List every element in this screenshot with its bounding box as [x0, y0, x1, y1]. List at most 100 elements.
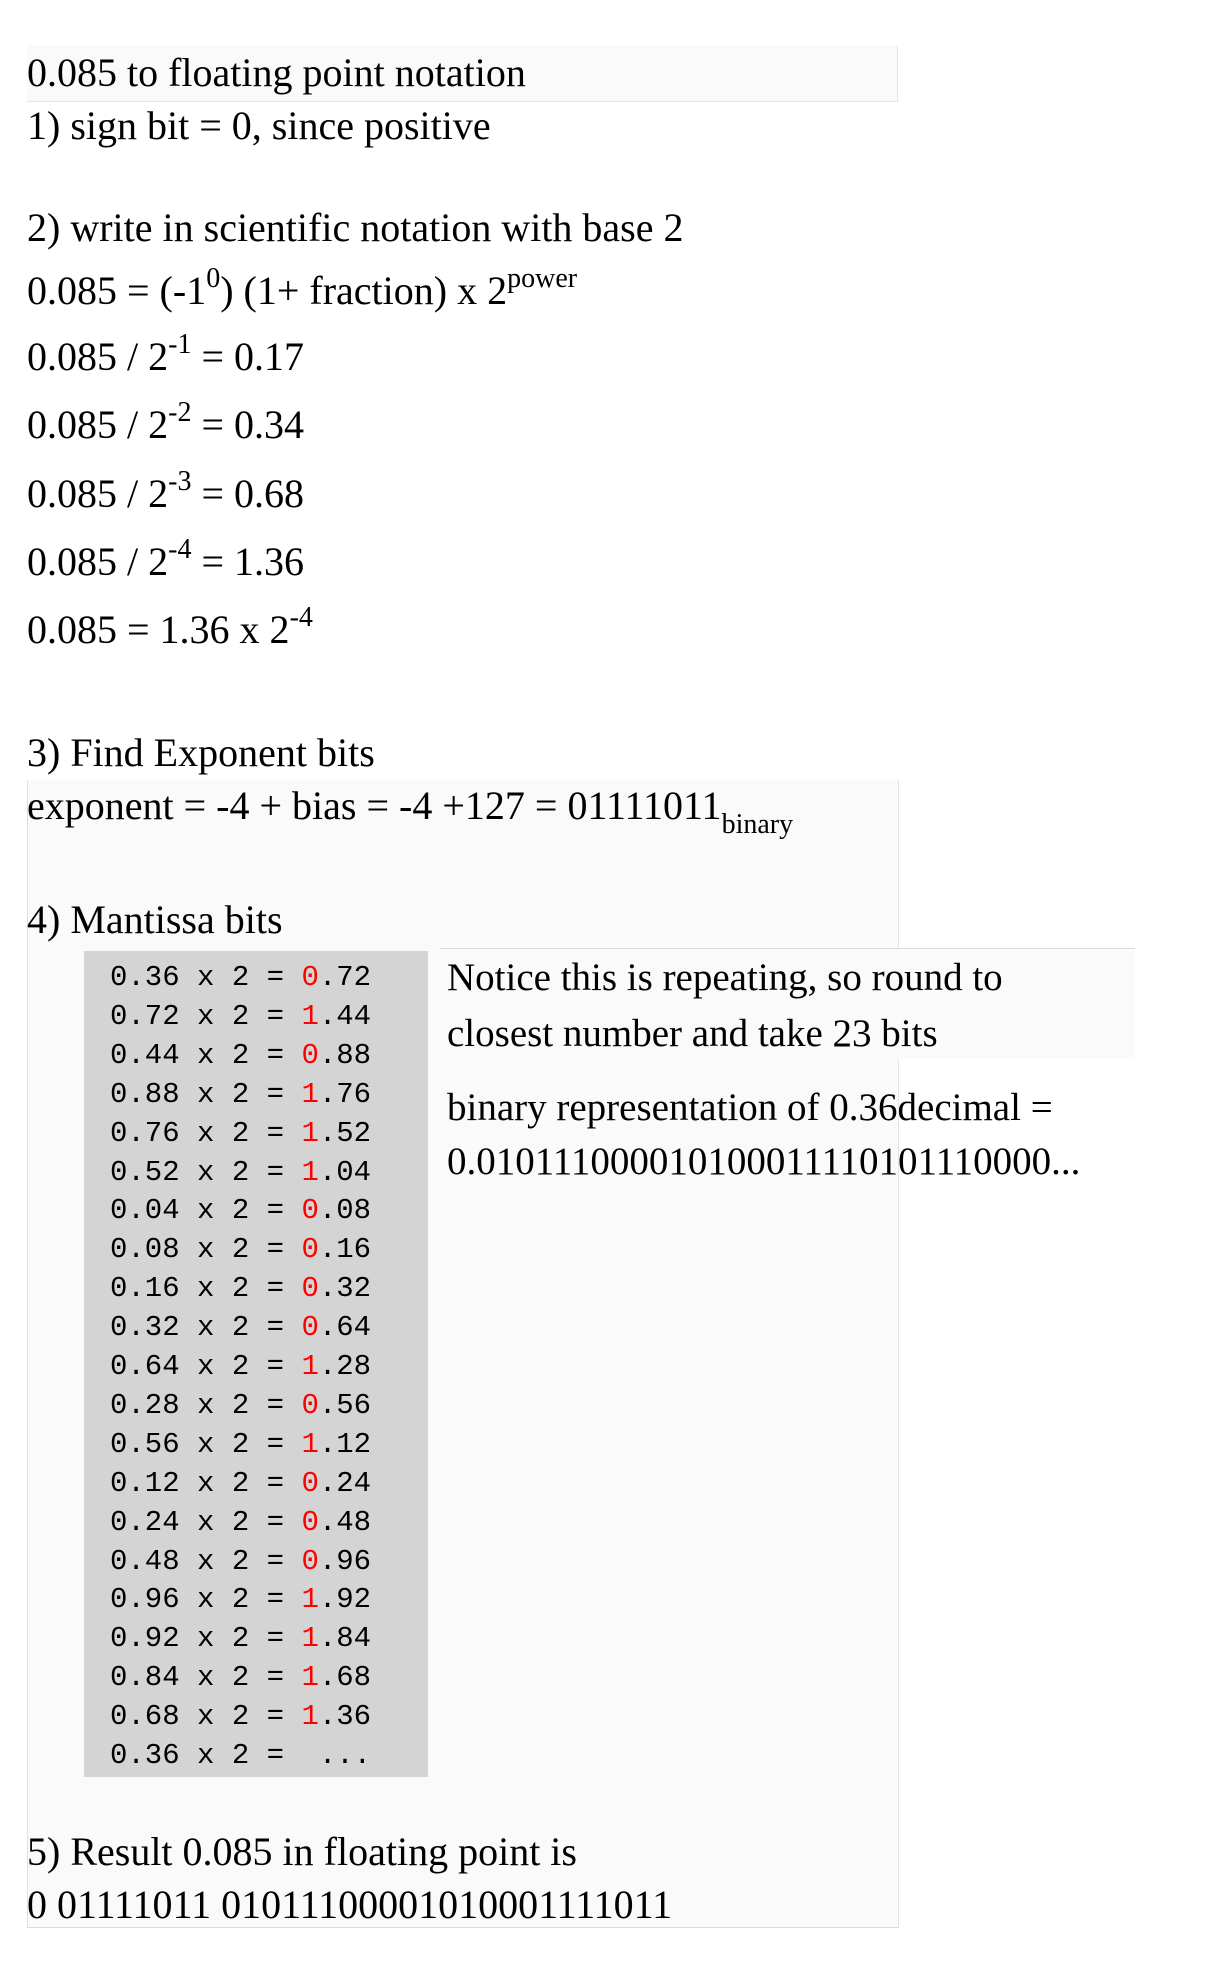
calc-bit: 0 [301, 1311, 319, 1345]
mantissa-calculation-table: 0.36 x 2 = 0.72 0.72 x 2 = 1.44 0.44 x 2 =… [84, 951, 428, 1777]
calc-fraction: ... [301, 1739, 372, 1772]
calc-bit: 1 [301, 1700, 319, 1734]
calc-fraction: .12 [318, 1427, 372, 1461]
calc-row: 0.56 x 2 = 1.12 [110, 1430, 371, 1459]
step5-heading: 5) Result 0.085 in floating point is [27, 1829, 577, 1874]
step4-heading: 4) Mantissa bits [27, 897, 283, 942]
calc-row: 0.68 x 2 = 1.36 [110, 1702, 371, 1731]
binary-representation-value: 0.010111000010100011110101110000... [447, 1140, 1081, 1183]
calc-expression: 0.68 x 2 = [110, 1700, 302, 1734]
calc-bit: 1 [301, 1622, 319, 1656]
calc-expression: 0.24 x 2 = [110, 1505, 302, 1539]
division-base: 0.085 / 2 [27, 471, 169, 516]
calc-row: 0.52 x 2 = 1.04 [110, 1158, 371, 1187]
calc-row: 0.24 x 2 = 0.48 [110, 1508, 371, 1537]
step2-formula: 0.085 = (-10) (1+ fraction) x 2power [27, 265, 577, 313]
calc-bit: 0 [301, 1388, 319, 1422]
formula-mid: ) (1+ fraction) x 2 [220, 268, 508, 313]
calc-row: 0.36 x 2 = ... [110, 1741, 371, 1770]
division-base: 0.085 / 2 [27, 334, 169, 379]
calc-expression: 0.76 x 2 = [110, 1116, 302, 1150]
division-row: 0.085 / 2-4 = 1.36 [27, 536, 305, 584]
step2-heading: 2) write in scientific notation with bas… [27, 205, 684, 250]
calc-bit: 0 [301, 1544, 319, 1578]
calc-fraction: .36 [318, 1700, 372, 1734]
calc-bit: 0 [301, 1038, 319, 1072]
division-exponent: -4 [168, 534, 192, 565]
division-row: 0.085 / 2-3 = 0.68 [27, 468, 305, 516]
calc-expression: 0.72 x 2 = [110, 999, 302, 1033]
calc-expression: 0.84 x 2 = [110, 1661, 302, 1695]
calc-fraction: .08 [318, 1194, 372, 1228]
calc-row: 0.04 x 2 = 0.08 [110, 1196, 371, 1225]
calc-row: 0.96 x 2 = 1.92 [110, 1585, 371, 1614]
calc-row: 0.16 x 2 = 0.32 [110, 1274, 371, 1303]
calc-bit: 1 [301, 1077, 319, 1111]
calc-fraction: .56 [318, 1388, 372, 1422]
calc-row: 0.12 x 2 = 0.24 [110, 1469, 371, 1498]
calc-expression: 0.56 x 2 = [110, 1427, 302, 1461]
calc-fraction: .16 [318, 1233, 372, 1267]
final-result-bits: 0 01111011 01011100001010001111011 [27, 1882, 673, 1927]
division-row: 0.085 / 2-1 = 0.17 [27, 331, 305, 379]
calc-expression: 0.52 x 2 = [110, 1155, 302, 1189]
calc-expression: 0.48 x 2 = [110, 1544, 302, 1578]
calc-expression: 0.32 x 2 = [110, 1311, 302, 1345]
binary-subscript: binary [721, 809, 794, 840]
division-base: 0.085 / 2 [27, 402, 169, 447]
calc-row: 0.76 x 2 = 1.52 [110, 1119, 371, 1148]
calc-fraction: .72 [318, 961, 372, 994]
step3-heading: 3) Find Exponent bits [27, 730, 375, 775]
calc-bit: 1 [301, 1661, 319, 1695]
calc-bit: 1 [301, 1583, 319, 1617]
calc-fraction: .64 [318, 1311, 372, 1345]
calc-fraction: .24 [318, 1466, 372, 1500]
calc-bit: 1 [301, 1155, 319, 1189]
calc-fraction: .84 [318, 1622, 372, 1656]
calc-fraction: .04 [318, 1155, 372, 1189]
calc-row: 0.28 x 2 = 0.56 [110, 1391, 371, 1420]
calc-expression: 0.36 x 2 = [110, 961, 302, 994]
formula-power: power [507, 263, 578, 294]
calc-expression: 0.12 x 2 = [110, 1466, 302, 1500]
calc-expression: 0.92 x 2 = [110, 1622, 302, 1656]
binary-representation-label: binary representation of 0.36decimal = [447, 1086, 1053, 1129]
calc-fraction: .76 [318, 1077, 372, 1111]
division-result: = 0.34 [191, 402, 305, 447]
calc-row: 0.36 x 2 = 0.72 [110, 963, 371, 992]
calc-fraction: .28 [318, 1350, 372, 1383]
calc-expression: 0.16 x 2 = [110, 1272, 302, 1306]
division-result: = 0.17 [191, 334, 305, 379]
calc-row: 0.08 x 2 = 0.16 [110, 1235, 371, 1264]
calc-fraction: .32 [318, 1272, 372, 1306]
calc-fraction: .96 [318, 1544, 372, 1578]
division-exponent: -1 [168, 329, 192, 360]
calc-bit: 1 [301, 1427, 319, 1461]
calc-bit: 1 [301, 999, 319, 1033]
division-base: 0.085 / 2 [27, 539, 169, 584]
page-title: 0.085 to floating point notation [27, 50, 526, 95]
repeating-notice-line2: closest number and take 23 bits [447, 1012, 938, 1055]
calc-fraction: .88 [318, 1038, 372, 1072]
calc-fraction: .48 [318, 1505, 372, 1539]
calc-bit: 1 [301, 1350, 319, 1383]
calc-expression: 0.04 x 2 = [110, 1194, 302, 1228]
calc-fraction: .92 [318, 1583, 372, 1617]
calc-bit: 0 [301, 1466, 319, 1500]
division-row: 0.085 / 2-2 = 0.34 [27, 399, 305, 447]
calc-row: 0.44 x 2 = 0.88 [110, 1041, 371, 1070]
division-result: = 0.68 [191, 471, 305, 516]
calc-expression: 0.88 x 2 = [110, 1077, 302, 1111]
conclusion-exponent: -4 [289, 602, 313, 633]
step1-sign-bit: 1) sign bit = 0, since positive [27, 103, 491, 148]
repeating-notice-line1: Notice this is repeating, so round to [447, 956, 1003, 999]
calc-bit: 0 [301, 961, 319, 994]
calc-expression: 0.28 x 2 = [110, 1388, 302, 1422]
calc-expression: 0.36 x 2 = [110, 1739, 302, 1772]
division-result: = 1.36 [191, 539, 305, 584]
calc-row: 0.48 x 2 = 0.96 [110, 1547, 371, 1576]
formula-sign-exponent: 0 [206, 263, 221, 294]
calc-bit: 1 [301, 1116, 319, 1150]
calc-bit: 0 [301, 1233, 319, 1267]
calc-expression: 0.08 x 2 = [110, 1233, 302, 1267]
